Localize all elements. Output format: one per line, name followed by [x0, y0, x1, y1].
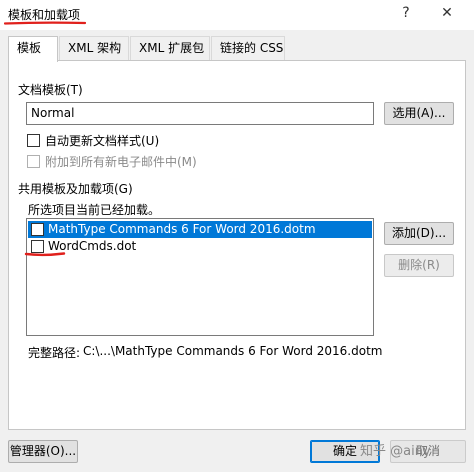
document-template-input[interactable]: Normal — [26, 102, 374, 125]
tab-template[interactable]: 模板 — [8, 36, 58, 62]
item-checkbox[interactable] — [31, 223, 44, 236]
global-templates-label: 共用模板及加载项(G) — [18, 182, 133, 196]
close-icon[interactable]: ✕ — [438, 4, 456, 22]
list-item[interactable]: WordCmds.dot — [28, 238, 372, 255]
loaded-hint: 所选项目当前已经加载。 — [28, 203, 161, 217]
list-item[interactable]: MathType Commands 6 For Word 2016.dotm — [28, 221, 372, 238]
auto-update-checkbox[interactable] — [27, 134, 40, 147]
full-path-label: 完整路径: — [28, 346, 81, 360]
organizer-button[interactable]: 管理器(O)... — [8, 440, 78, 463]
select-template-button[interactable]: 选用(A)... — [384, 102, 454, 125]
red-annotation-underline — [24, 252, 66, 257]
red-annotation-underline — [4, 21, 86, 25]
title-bar: 模板和加载项 ? ✕ — [0, 0, 474, 30]
list-item-label: MathType Commands 6 For Word 2016.dotm — [48, 222, 316, 236]
add-button[interactable]: 添加(D)... — [384, 222, 454, 245]
tab-xml-schema[interactable]: XML 架构 — [59, 36, 129, 60]
auto-update-label: 自动更新文档样式(U) — [45, 134, 160, 148]
tab-xml-expansion-packs[interactable]: XML 扩展包 — [130, 36, 210, 60]
attach-all-label: 附加到所有新电子邮件中(M) — [45, 155, 197, 169]
watermark: 知乎 @ainy — [360, 444, 431, 459]
attach-all-checkbox[interactable] — [27, 155, 40, 168]
full-path-value: C:\...\MathType Commands 6 For Word 2016… — [83, 344, 383, 358]
tab-linked-css[interactable]: 链接的 CSS — [211, 36, 285, 60]
document-template-label: 文档模板(T) — [18, 83, 83, 97]
help-icon[interactable]: ? — [397, 4, 415, 22]
global-templates-list[interactable]: MathType Commands 6 For Word 2016.dotm W… — [26, 218, 374, 336]
remove-button[interactable]: 删除(R) — [384, 254, 454, 277]
